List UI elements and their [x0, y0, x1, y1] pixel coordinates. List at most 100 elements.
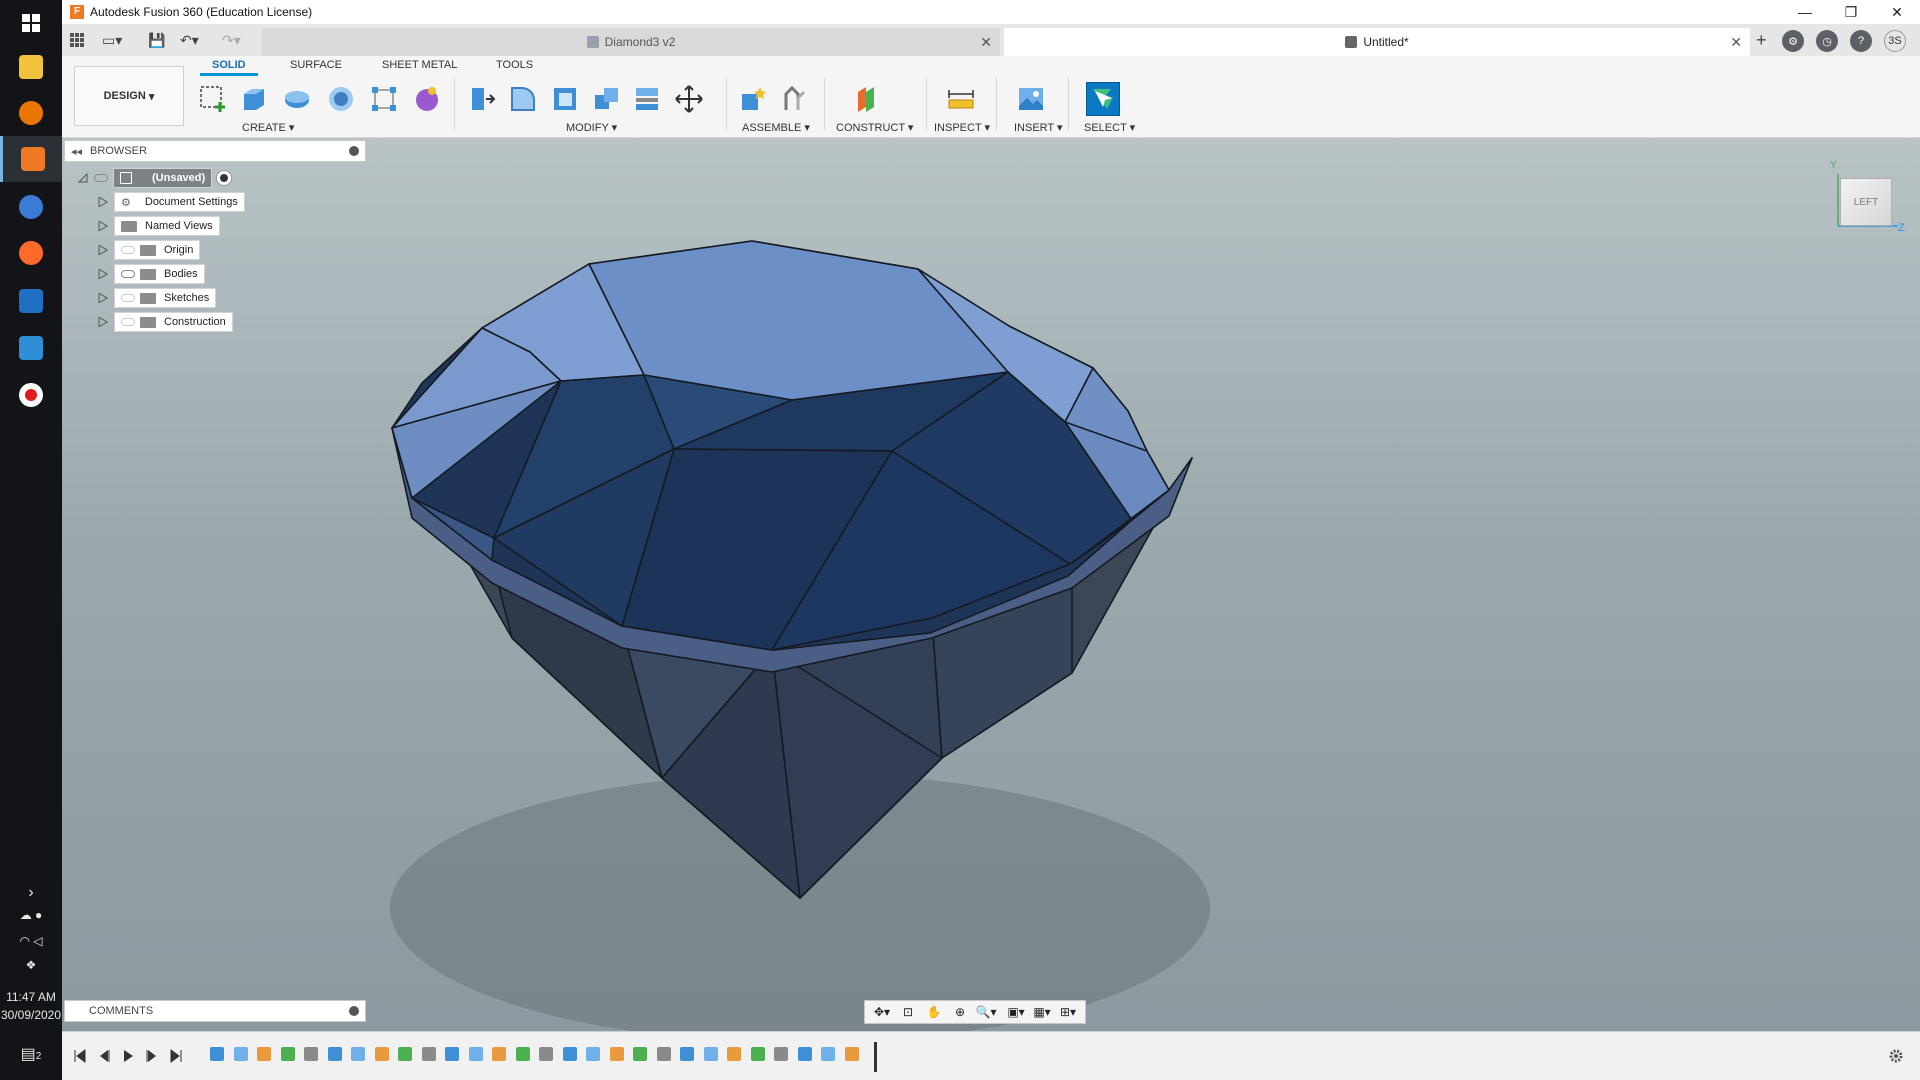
offset-plane-icon[interactable]	[850, 82, 884, 116]
insert-group-label[interactable]: INSERT ▾	[1014, 121, 1063, 134]
timeline-settings-gear-icon[interactable]	[1888, 1048, 1904, 1064]
new-component-icon[interactable]	[736, 82, 770, 116]
timeline-feature-icon[interactable]	[280, 1047, 295, 1061]
create-sketch-icon[interactable]	[196, 82, 230, 116]
hidden-eye-icon[interactable]	[121, 294, 135, 302]
timeline-feature-icon[interactable]	[421, 1047, 436, 1061]
clock-time[interactable]: 11:47 AM	[0, 990, 62, 1004]
go-to-start-icon[interactable]	[72, 1048, 88, 1064]
display-settings-icon[interactable]: ▣▾	[1005, 1003, 1027, 1021]
firefox-button[interactable]	[0, 230, 62, 276]
tree-node[interactable]: Sketches	[114, 288, 217, 308]
tree-node[interactable]: ⚙ Document Settings	[114, 192, 245, 212]
browser-header[interactable]: ◂◂ BROWSER	[64, 140, 366, 162]
tab-solid[interactable]: SOLID	[200, 59, 258, 76]
go-to-end-icon[interactable]	[168, 1048, 184, 1064]
tab-surface[interactable]: SURFACE	[290, 59, 342, 71]
hidden-eye-icon[interactable]	[121, 246, 135, 254]
extrude-icon[interactable]	[237, 82, 271, 116]
timeline-feature-icon[interactable]	[398, 1047, 412, 1061]
start-button[interactable]	[0, 0, 62, 46]
dropbox-icon[interactable]: ❖	[0, 958, 62, 972]
timeline-feature-icon[interactable]	[468, 1047, 483, 1061]
extensions-icon[interactable]: ⚙	[1782, 30, 1804, 52]
browser-root-row[interactable]: (Unsaved)	[78, 168, 233, 188]
fit-icon[interactable]: 🔍▾	[975, 1003, 997, 1021]
timeline-feature-icon[interactable]	[774, 1047, 788, 1061]
insert-canvas-icon[interactable]	[1014, 82, 1048, 116]
data-panel-grid-icon[interactable]	[70, 30, 84, 50]
collapse-arrow-icon[interactable]	[78, 173, 88, 183]
create-group-label[interactable]: CREATE ▾	[242, 121, 294, 134]
orbit-icon[interactable]: ✥▾	[871, 1003, 893, 1021]
inspect-group-label[interactable]: INSPECT ▾	[934, 121, 990, 134]
play-icon[interactable]	[120, 1048, 136, 1064]
timeline-feature-icon[interactable]	[821, 1047, 835, 1061]
modify-group-label[interactable]: MODIFY ▾	[566, 121, 617, 134]
timeline-feature-icon[interactable]	[257, 1047, 271, 1061]
timeline-feature-icon[interactable]	[233, 1047, 248, 1061]
timeline-feature-icon[interactable]	[633, 1047, 647, 1061]
collapse-panel-icon[interactable]: ◂◂	[71, 145, 82, 158]
new-tab-plus-icon[interactable]: +	[1756, 30, 1767, 50]
revolve-icon[interactable]	[280, 82, 314, 116]
timeline-feature-icon[interactable]	[515, 1047, 530, 1061]
timeline-feature-icon[interactable]	[492, 1047, 506, 1061]
activate-radio-icon[interactable]	[216, 170, 233, 186]
recorder-button[interactable]	[0, 372, 62, 418]
expand-arrow-icon[interactable]	[98, 317, 108, 327]
comments-header[interactable]: COMMENTS	[64, 1000, 366, 1022]
expand-arrow-icon[interactable]	[98, 197, 108, 207]
timeline-marker[interactable]	[874, 1042, 877, 1072]
timeline-feature-icon[interactable]	[680, 1047, 694, 1061]
timeline-feature-icon[interactable]	[562, 1047, 577, 1061]
combine-icon[interactable]	[590, 82, 624, 116]
browser-item-origin[interactable]: Origin	[98, 240, 201, 260]
expand-arrow-icon[interactable]	[98, 269, 108, 279]
powershell-button[interactable]	[0, 278, 62, 324]
timeline-feature-icon[interactable]	[327, 1047, 342, 1061]
chevron-up-icon[interactable]: ›	[0, 884, 62, 902]
tab-sheet-metal[interactable]: SHEET METAL	[382, 59, 457, 71]
expand-arrow-icon[interactable]	[98, 293, 108, 303]
timeline-feature-icon[interactable]	[445, 1047, 459, 1061]
timeline-feature-icon[interactable]	[609, 1047, 624, 1061]
hidden-eye-icon[interactable]	[121, 318, 135, 326]
tab-untitled[interactable]: Untitled* ✕	[1004, 28, 1750, 56]
select-tool-icon[interactable]	[1086, 82, 1120, 116]
browser-item-bodies[interactable]: Bodies	[98, 264, 205, 284]
measure-icon[interactable]	[944, 82, 978, 116]
workspace-switcher-button[interactable]: DESIGN ▾	[74, 66, 184, 126]
minimize-button[interactable]: —	[1782, 0, 1828, 24]
expand-comments-icon[interactable]	[349, 1006, 359, 1016]
fillet-icon[interactable]	[506, 82, 540, 116]
3d-viewport[interactable]: ◂◂ BROWSER (Unsaved) ⚙ Document Settings …	[62, 138, 1920, 1031]
browser-item-construction[interactable]: Construction	[98, 312, 233, 332]
notification-center-icon[interactable]: ▤2	[0, 1044, 62, 1064]
pan-icon[interactable]: ✋	[923, 1003, 945, 1021]
timeline-feature-icon[interactable]	[539, 1047, 553, 1061]
network-volume-icons[interactable]: ◠ ◁	[0, 934, 62, 948]
form-icon[interactable]	[410, 82, 444, 116]
timeline-feature-icon[interactable]	[304, 1047, 318, 1061]
timeline-feature-icon[interactable]	[703, 1047, 718, 1061]
step-forward-icon[interactable]	[144, 1048, 160, 1064]
look-at-icon[interactable]: ⊡	[897, 1003, 919, 1021]
visibility-eye-icon[interactable]	[121, 270, 135, 278]
assemble-group-label[interactable]: ASSEMBLE ▾	[742, 121, 810, 134]
zoom-icon[interactable]: ⊕	[949, 1003, 971, 1021]
diamond-model[interactable]	[62, 138, 1920, 1031]
tree-node[interactable]: Origin	[114, 240, 201, 260]
shell-icon[interactable]	[548, 82, 582, 116]
timeline-feature-icon[interactable]	[351, 1047, 365, 1061]
viewcube-face-left[interactable]: LEFT	[1840, 178, 1892, 226]
expand-arrow-icon[interactable]	[98, 221, 108, 231]
joint-icon[interactable]	[778, 82, 812, 116]
photos-button[interactable]	[0, 325, 62, 371]
user-avatar[interactable]: 3S	[1884, 30, 1906, 52]
blender-button[interactable]	[0, 90, 62, 136]
viewports-icon[interactable]: ⊞▾	[1057, 1003, 1079, 1021]
timeline-feature-icon[interactable]	[750, 1047, 765, 1061]
construct-group-label[interactable]: CONSTRUCT ▾	[836, 121, 913, 134]
tab-tools[interactable]: TOOLS	[496, 59, 533, 71]
